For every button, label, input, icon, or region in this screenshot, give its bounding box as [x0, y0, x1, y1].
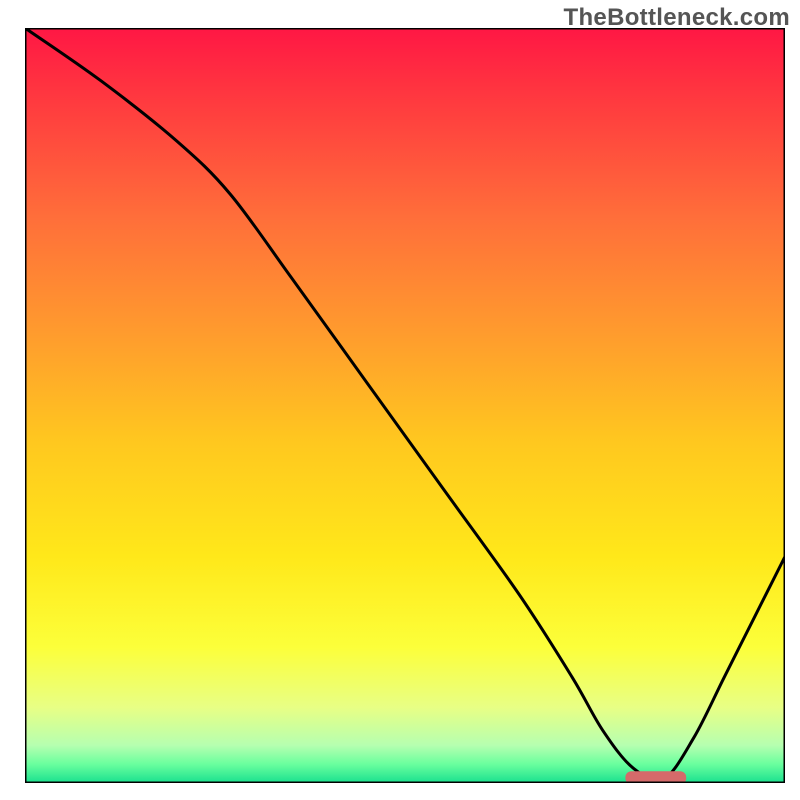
chart-stage: TheBottleneck.com	[0, 0, 800, 800]
watermark-text: TheBottleneck.com	[564, 4, 790, 32]
chart-svg	[25, 28, 785, 783]
gradient-background	[25, 28, 785, 783]
plot-area	[25, 28, 785, 783]
optimum-marker	[625, 771, 686, 783]
